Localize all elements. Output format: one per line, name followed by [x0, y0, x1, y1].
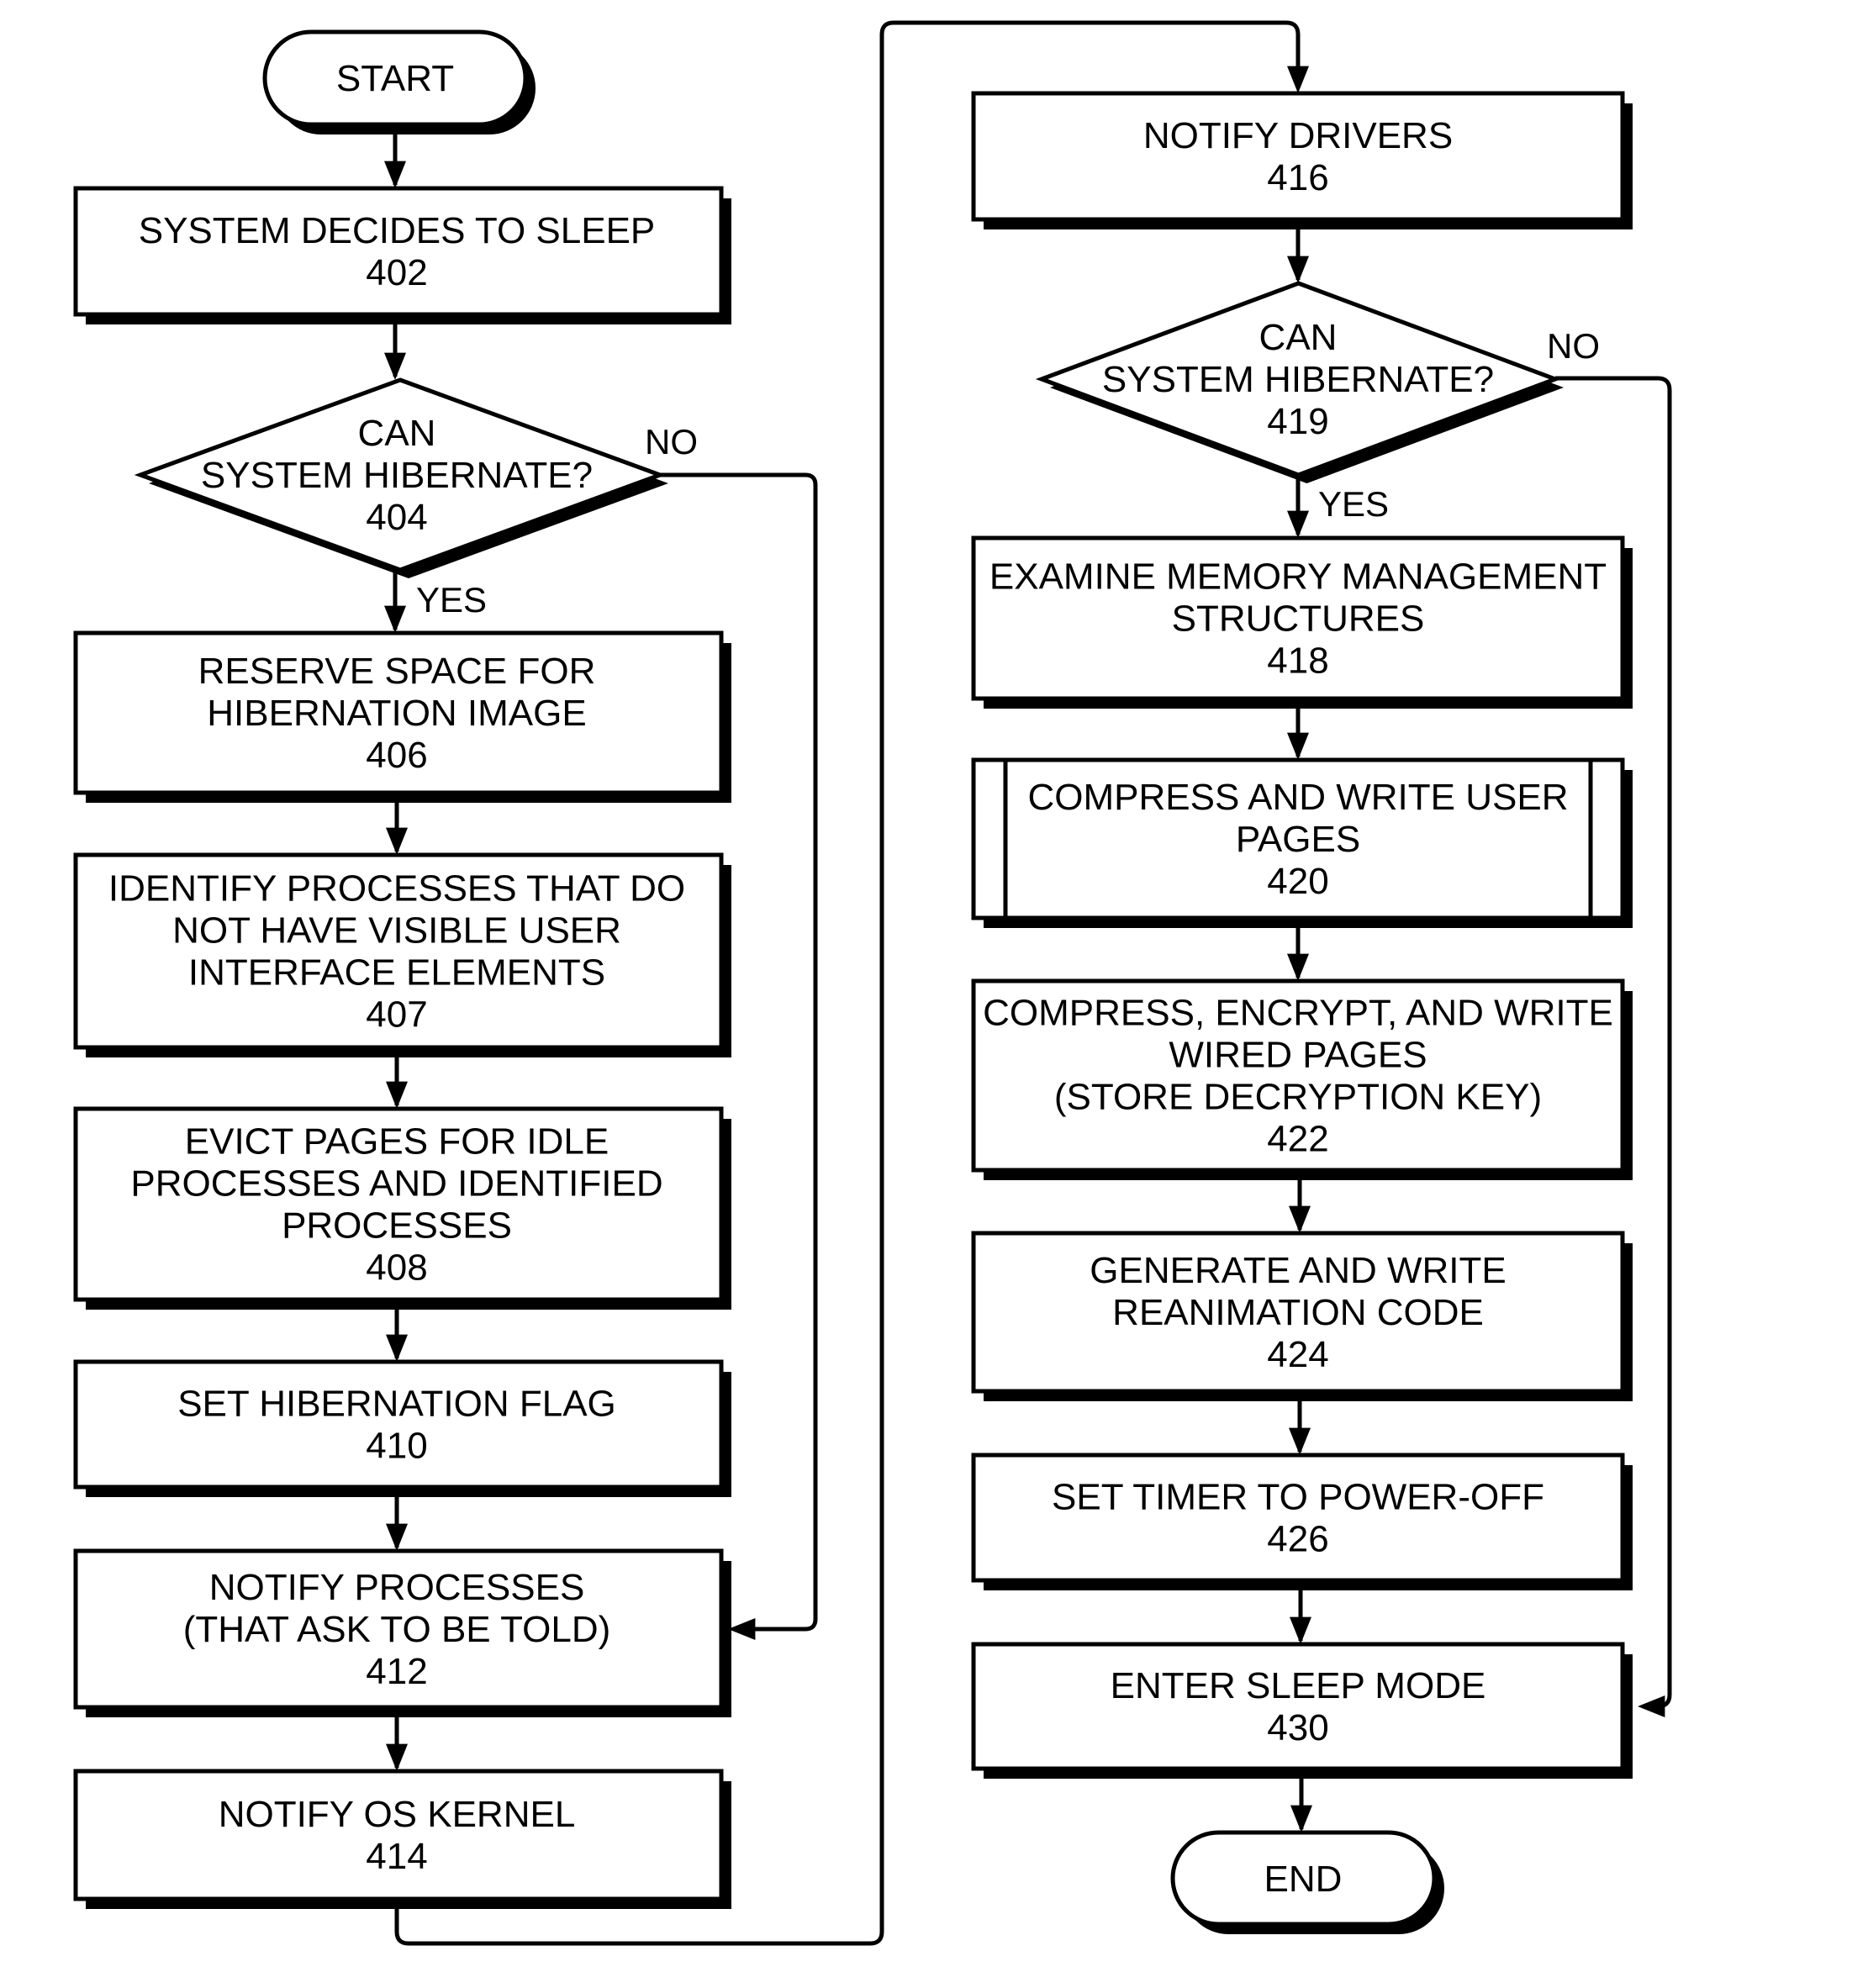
- step-414-line: NOTIFY OS KERNEL: [219, 1794, 576, 1835]
- edge-414-416-arrowhead-icon: [1287, 66, 1309, 93]
- edge-416-419-arrowhead-icon: [1287, 256, 1309, 283]
- edge-406-407-arrowhead-icon: [386, 827, 408, 855]
- step-406-line: 406: [366, 735, 427, 776]
- decision-404-line: CAN: [358, 413, 436, 454]
- edge-422-424-arrowhead-icon: [1289, 1205, 1311, 1233]
- step-418-line: STRUCTURES: [1172, 599, 1425, 640]
- edge-424-426-arrowhead-icon: [1289, 1427, 1311, 1455]
- edge-408-410-arrowhead-icon: [386, 1334, 408, 1362]
- step-414-line: 414: [366, 1836, 427, 1877]
- step-422-line: (STORE DECRYPTION KEY): [1054, 1077, 1542, 1118]
- decision-404-line: 404: [366, 497, 427, 538]
- step-430: [971, 1642, 1625, 1771]
- step-430-line: 430: [1267, 1707, 1328, 1748]
- no-label-404: NO: [645, 422, 698, 461]
- step-406-line: RESERVE SPACE FOR: [198, 651, 596, 692]
- step-422-line: COMPRESS, ENCRYPT, AND WRITE: [983, 993, 1613, 1034]
- decision-419-line: CAN: [1259, 317, 1338, 358]
- step-426-line: SET TIMER TO POWER-OFF: [1052, 1477, 1544, 1518]
- decision-419-line: 419: [1267, 401, 1328, 442]
- step-418-line: 418: [1267, 641, 1328, 682]
- step-416-line: 416: [1267, 157, 1328, 198]
- edge-430-end-arrowhead-icon: [1290, 1805, 1312, 1832]
- step-408-line: PROCESSES: [282, 1205, 512, 1247]
- step-418-line: EXAMINE MEMORY MANAGEMENT: [989, 556, 1607, 598]
- step-402: [73, 186, 724, 317]
- edge-419-418-arrowhead-icon: [1287, 510, 1309, 538]
- yes-label-404: YES: [416, 580, 487, 620]
- step-412-line: NOTIFY PROCESSES: [209, 1567, 585, 1608]
- edge-412-414-arrowhead-icon: [386, 1743, 408, 1771]
- step-408-line: EVICT PAGES FOR IDLE: [185, 1121, 609, 1163]
- step-402-line: SYSTEM DECIDES TO SLEEP: [139, 210, 656, 251]
- step-407-line: 407: [366, 994, 427, 1036]
- step-408-line: 408: [366, 1247, 427, 1289]
- start-label: START: [336, 58, 454, 99]
- step-420-line: 420: [1267, 861, 1328, 902]
- step-407-line: IDENTIFY PROCESSES THAT DO: [108, 868, 685, 910]
- step-410-line: SET HIBERNATION FLAG: [177, 1384, 616, 1425]
- step-420-line: PAGES: [1236, 819, 1360, 860]
- step-424-line: 424: [1267, 1334, 1328, 1375]
- step-407-line: NOT HAVE VISIBLE USER: [172, 910, 621, 952]
- step-416: [971, 91, 1625, 222]
- step-402-line: 402: [366, 252, 427, 293]
- step-422-line: WIRED PAGES: [1169, 1035, 1427, 1076]
- end-label: END: [1264, 1859, 1343, 1900]
- decision-404-line: SYSTEM HIBERNATE?: [201, 455, 593, 496]
- decision-419-line: SYSTEM HIBERNATE?: [1102, 359, 1494, 400]
- step-410-line: 410: [366, 1426, 427, 1467]
- step-408-line: PROCESSES AND IDENTIFIED: [130, 1163, 662, 1205]
- no-label-419: NO: [1547, 326, 1600, 366]
- edge-404-412-arrowhead-icon: [728, 1618, 756, 1640]
- step-410: [73, 1359, 724, 1490]
- step-426: [971, 1453, 1625, 1583]
- step-424-line: REANIMATION CODE: [1112, 1292, 1484, 1333]
- edge-418-420-arrowhead-icon: [1287, 732, 1309, 760]
- edge-404-406-arrowhead-icon: [384, 605, 406, 633]
- step-426-line: 426: [1267, 1519, 1328, 1560]
- step-430-line: ENTER SLEEP MODE: [1111, 1665, 1486, 1706]
- step-407-line: INTERFACE ELEMENTS: [188, 952, 605, 994]
- yes-label-419: YES: [1318, 484, 1389, 524]
- edge-start-402-arrowhead-icon: [384, 161, 406, 188]
- edge-419-430-arrowhead-icon: [1638, 1695, 1665, 1717]
- step-412-line: (THAT ASK TO BE TOLD): [183, 1609, 611, 1650]
- step-422-line: 422: [1267, 1119, 1328, 1160]
- edge-407-408-arrowhead-icon: [386, 1081, 408, 1109]
- edge-426-430-arrowhead-icon: [1290, 1616, 1311, 1644]
- edge-410-412-arrowhead-icon: [386, 1523, 408, 1551]
- flowchart: STARTSYSTEM DECIDES TO SLEEP402CANSYSTEM…: [73, 20, 1672, 1946]
- edge-402-404-arrowhead-icon: [384, 352, 406, 380]
- step-416-line: NOTIFY DRIVERS: [1143, 115, 1453, 156]
- step-424-line: GENERATE AND WRITE: [1090, 1250, 1506, 1291]
- edge-420-422-arrowhead-icon: [1287, 953, 1309, 981]
- step-414: [73, 1769, 724, 1901]
- step-406-line: HIBERNATION IMAGE: [207, 693, 586, 734]
- step-412-line: 412: [366, 1651, 427, 1692]
- step-420-line: COMPRESS AND WRITE USER: [1028, 777, 1569, 818]
